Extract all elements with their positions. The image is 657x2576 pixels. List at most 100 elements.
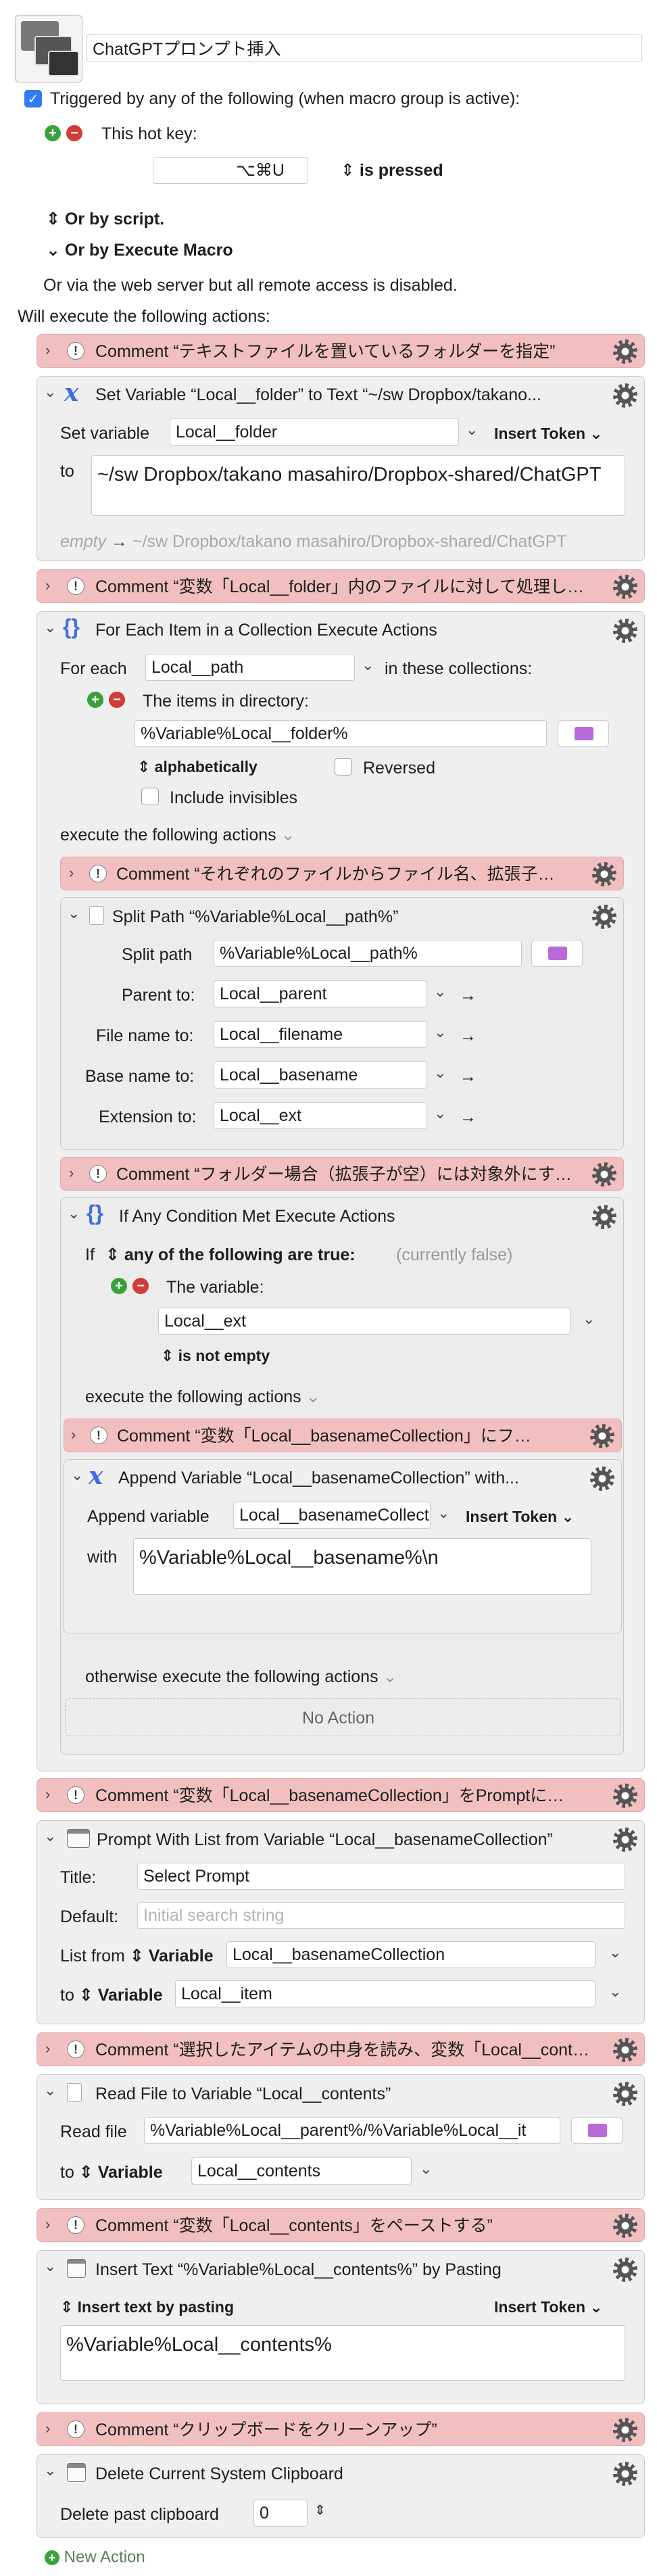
chevron-right-icon[interactable]: › bbox=[69, 1166, 74, 1180]
hotkey-state-select[interactable]: ⇕ is pressed bbox=[341, 162, 443, 179]
append-text-field[interactable]: %Variable%Local__basename%\n bbox=[133, 1538, 591, 1595]
add-condition-icon[interactable]: + bbox=[111, 1278, 127, 1294]
basename-field[interactable]: Local__basename bbox=[214, 1062, 427, 1089]
chevron-right-icon[interactable]: › bbox=[45, 2041, 50, 2056]
folder-picker-button[interactable] bbox=[531, 940, 583, 967]
gear-icon[interactable] bbox=[592, 1205, 616, 1229]
extension-field[interactable]: Local__ext bbox=[214, 1102, 427, 1129]
comment-action[interactable]: › ! Comment “変数「Local__folder」内のファイルに対して… bbox=[36, 569, 645, 603]
gear-icon[interactable] bbox=[613, 2418, 637, 2442]
prompt-title-field[interactable]: Select Prompt bbox=[137, 1863, 625, 1890]
chevron-down-icon[interactable]: ⌄ bbox=[44, 1829, 56, 1844]
new-action-button[interactable]: + New Action bbox=[45, 2549, 145, 2566]
for-each-variable[interactable]: Local__path bbox=[145, 654, 355, 681]
gear-icon[interactable] bbox=[590, 1424, 614, 1448]
chevron-right-icon[interactable]: › bbox=[45, 1787, 50, 1802]
gear-icon[interactable] bbox=[613, 2258, 637, 2282]
insert-token-button[interactable]: Insert Token ⌄ bbox=[494, 2299, 603, 2315]
arrow-right-icon[interactable]: → bbox=[460, 1109, 477, 1126]
gear-icon[interactable] bbox=[613, 2038, 637, 2062]
comment-action[interactable]: › ! Comment “変数「Local__contents」をペーストする” bbox=[36, 2208, 645, 2242]
chevron-down-icon[interactable]: ⌄ bbox=[44, 2083, 56, 2098]
insert-text-action[interactable]: ⌄ Insert Text “%Variable%Local__contents… bbox=[36, 2250, 645, 2404]
gear-icon[interactable] bbox=[613, 1784, 637, 1808]
chevron-down-icon[interactable]: ⌄ bbox=[434, 1066, 446, 1080]
variable-name-field[interactable]: Local__folder bbox=[170, 419, 459, 446]
macro-name-field[interactable]: ChatGPTプロンプト挿入 bbox=[87, 34, 642, 62]
gear-icon[interactable] bbox=[613, 619, 637, 643]
gear-icon[interactable] bbox=[592, 1162, 616, 1187]
comment-action[interactable]: › ! Comment “選択したアイテムの中身を読み、変数「Local__co… bbox=[36, 2032, 645, 2066]
chevron-down-icon[interactable]: ⌄ bbox=[383, 1667, 397, 1686]
if-condition-action[interactable]: ⌄ {} If Any Condition Met Execute Action… bbox=[60, 1197, 624, 1755]
gear-icon[interactable] bbox=[613, 2214, 637, 2238]
gear-icon[interactable] bbox=[592, 905, 616, 929]
chevron-down-icon[interactable]: ⌄ bbox=[434, 1106, 446, 1121]
list-source-select[interactable]: ⇕ Variable bbox=[130, 1947, 214, 1965]
chevron-right-icon[interactable]: › bbox=[71, 1427, 76, 1442]
chevron-right-icon[interactable]: › bbox=[45, 343, 50, 358]
to-target-select[interactable]: ⇕ Variable bbox=[79, 2163, 163, 2182]
chevron-down-icon[interactable]: ⌄ bbox=[44, 385, 56, 400]
insert-text-field[interactable]: %Variable%Local__contents% bbox=[60, 2325, 625, 2381]
chevron-right-icon[interactable]: › bbox=[45, 578, 50, 593]
comment-action[interactable]: › ! Comment “クリップボードをクリーンアップ” bbox=[36, 2412, 645, 2446]
arrow-right-icon[interactable]: → bbox=[460, 1028, 477, 1045]
hotkey-field[interactable]: ⌥⌘U bbox=[153, 157, 308, 184]
target-variable-field[interactable]: Local__item bbox=[175, 1980, 595, 2007]
insert-token-button[interactable]: Insert Token ⌄ bbox=[466, 1509, 575, 1525]
or-by-script[interactable]: ⇕ Or by script. bbox=[46, 211, 164, 228]
sort-order-select[interactable]: ⇕ alphabetically bbox=[137, 759, 258, 775]
delete-past-field[interactable]: 0 bbox=[253, 2500, 308, 2527]
chevron-down-icon[interactable]: ⌄ bbox=[44, 2259, 56, 2274]
arrow-right-icon[interactable]: → bbox=[460, 1068, 477, 1085]
append-variable-field[interactable]: Local__basenameCollection bbox=[233, 1502, 431, 1529]
chevron-down-icon[interactable]: ⌄ bbox=[466, 423, 478, 437]
list-variable-field[interactable]: Local__basenameCollection bbox=[226, 1941, 595, 1968]
chevron-down-icon[interactable]: ⌄ bbox=[583, 1312, 595, 1327]
parent-field[interactable]: Local__parent bbox=[214, 980, 427, 1007]
insert-token-button[interactable]: Insert Token ⌄ bbox=[494, 426, 603, 442]
gear-icon[interactable] bbox=[590, 1466, 614, 1491]
folder-picker-button[interactable] bbox=[558, 720, 609, 747]
chevron-down-icon[interactable]: ⌄ bbox=[68, 906, 80, 921]
gear-icon[interactable] bbox=[592, 862, 616, 886]
chevron-down-icon[interactable]: ⌄ bbox=[420, 2162, 432, 2176]
gear-icon[interactable] bbox=[613, 2082, 637, 2106]
comment-action[interactable]: › ! Comment “変数「Local__basenameCollectio… bbox=[64, 1418, 622, 1452]
stepper-icon[interactable]: ⇕ bbox=[314, 2504, 326, 2517]
chevron-down-icon[interactable]: ⌄ bbox=[437, 1506, 449, 1521]
chevron-right-icon[interactable]: › bbox=[45, 2217, 50, 2232]
delete-clipboard-action[interactable]: ⌄ Delete Current System Clipboard Delete… bbox=[36, 2454, 645, 2538]
condition-mode-select[interactable]: ⇕ any of the following are true: bbox=[105, 1247, 356, 1264]
chevron-right-icon[interactable]: › bbox=[69, 865, 74, 880]
arrow-right-icon[interactable]: → bbox=[460, 987, 477, 1004]
filename-field[interactable]: Local__filename bbox=[214, 1021, 427, 1048]
prompt-with-list-action[interactable]: ⌄ Prompt With List from Variable “Local_… bbox=[36, 1820, 645, 2024]
remove-collection-icon[interactable]: − bbox=[109, 692, 125, 708]
chevron-right-icon[interactable]: › bbox=[45, 2421, 50, 2436]
add-collection-icon[interactable]: + bbox=[87, 692, 103, 708]
comment-action[interactable]: › ! Comment “変数「Local__basenameCollectio… bbox=[36, 1778, 645, 1812]
split-path-field[interactable]: %Variable%Local__path% bbox=[214, 940, 522, 967]
append-variable-action[interactable]: ⌄ x Append Variable “Local__basenameColl… bbox=[64, 1459, 622, 1633]
chevron-down-icon[interactable]: ⌄ bbox=[68, 1206, 80, 1221]
folder-picker-button[interactable] bbox=[571, 2117, 623, 2144]
gear-icon[interactable] bbox=[613, 1828, 637, 1852]
trigger-checkbox[interactable]: ✓ bbox=[24, 90, 42, 108]
read-file-field[interactable]: %Variable%Local__parent%/%Variable%Local… bbox=[144, 2117, 560, 2144]
to-target-select[interactable]: ⇕ Variable bbox=[79, 1986, 163, 2005]
gear-icon[interactable] bbox=[613, 339, 637, 364]
chevron-down-icon[interactable]: ⌄ bbox=[609, 1984, 621, 1999]
comment-action[interactable]: › ! Comment “テキストファイルを置いているフォルダーを指定” bbox=[36, 334, 645, 368]
chevron-down-icon[interactable]: ⌄ bbox=[44, 620, 56, 635]
comment-action[interactable]: › ! Comment “フォルダー場合（拡張子が空）には対象外にす… bbox=[60, 1157, 624, 1191]
chevron-down-icon[interactable]: ⌄ bbox=[434, 984, 446, 999]
remove-trigger-icon[interactable]: − bbox=[66, 125, 82, 141]
insert-mode-select[interactable]: ⇕ Insert text by pasting bbox=[60, 2299, 234, 2315]
split-path-action[interactable]: ⌄ Split Path “%Variable%Local__path%” Sp… bbox=[60, 897, 624, 1150]
gear-icon[interactable] bbox=[613, 2462, 637, 2486]
chevron-down-icon[interactable]: ⌄ bbox=[609, 1945, 621, 1960]
chevron-down-icon[interactable]: ⌄ bbox=[281, 826, 295, 844]
include-invisibles-checkbox[interactable] bbox=[141, 788, 159, 805]
